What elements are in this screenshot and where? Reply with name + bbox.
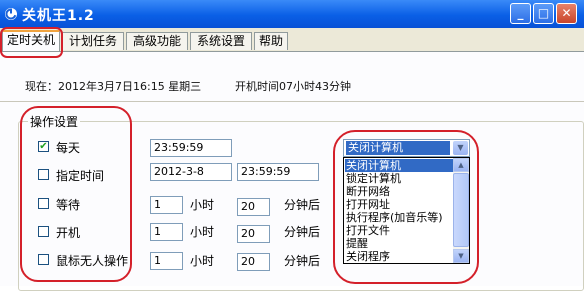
idle-minutes-field[interactable]: 20 bbox=[237, 253, 270, 271]
current-time-text: 现在：2012年3月7日16:15 星期三 bbox=[25, 80, 202, 93]
annotation-ring-tab bbox=[0, 27, 63, 58]
title-bar[interactable]: 关机王1.2 _ □ ✕ bbox=[0, 0, 584, 28]
tab-strip: 定时关机 计划任务 高级功能 系统设置 帮助 bbox=[0, 30, 584, 52]
tab-system-settings[interactable]: 系统设置 bbox=[190, 32, 252, 50]
boot-minutes-unit: 分钟后 bbox=[284, 225, 321, 239]
close-button[interactable]: ✕ bbox=[556, 3, 577, 24]
tab-help[interactable]: 帮助 bbox=[254, 32, 288, 50]
specific-time-field[interactable]: 23:59:59 bbox=[237, 163, 319, 181]
boot-hours-unit: 小时 bbox=[190, 225, 215, 239]
divider bbox=[0, 101, 584, 102]
idle-hours-unit: 小时 bbox=[190, 254, 215, 268]
specific-date-field[interactable]: 2012-3-8 bbox=[150, 163, 232, 181]
window-title: 关机王1.2 bbox=[22, 8, 95, 24]
maximize-button[interactable]: □ bbox=[533, 3, 554, 24]
annotation-ring-options bbox=[20, 106, 132, 282]
app-icon bbox=[5, 8, 17, 20]
annotation-ring-action bbox=[333, 130, 479, 284]
wait-hours-unit: 小时 bbox=[190, 198, 215, 212]
idle-hours-field[interactable]: 1 bbox=[150, 252, 183, 270]
tab-scheduled-tasks[interactable]: 计划任务 bbox=[62, 32, 124, 50]
daily-time-field[interactable]: 23:59:59 bbox=[150, 139, 232, 157]
tab-advanced[interactable]: 高级功能 bbox=[126, 32, 188, 50]
boot-minutes-field[interactable]: 20 bbox=[237, 225, 270, 243]
wait-hours-field[interactable]: 1 bbox=[150, 196, 183, 214]
wait-minutes-unit: 分钟后 bbox=[284, 198, 321, 212]
boot-hours-field[interactable]: 1 bbox=[150, 223, 183, 241]
idle-minutes-unit: 分钟后 bbox=[284, 254, 321, 268]
wait-minutes-field[interactable]: 20 bbox=[237, 198, 270, 216]
minimize-button[interactable]: _ bbox=[510, 3, 531, 24]
uptime-text: 开机时间07小时43分钟 bbox=[235, 80, 351, 93]
